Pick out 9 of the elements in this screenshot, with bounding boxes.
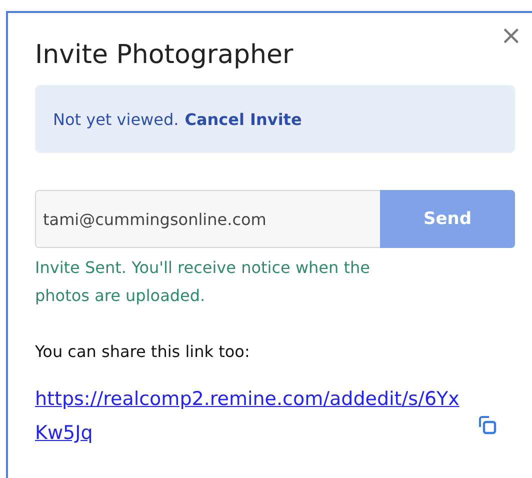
share-link[interactable]: https://realcomp2.remine.com/addedit/s/6YxKw5Jq	[35, 382, 463, 450]
close-button[interactable]: ×	[496, 23, 526, 49]
dialog-title: Invite Photographer	[35, 39, 294, 72]
email-field[interactable]: tami@cummingsonline.com	[35, 190, 380, 248]
status-text: Not yet viewed.	[53, 110, 179, 128]
share-label: You can share this link too:	[35, 341, 251, 363]
confirmation-message: Invite Sent. You'll receive notice when the photos are uploaded.	[35, 257, 371, 307]
cancel-invite-link[interactable]: Cancel Invite	[184, 110, 302, 128]
copy-icon[interactable]	[477, 415, 498, 435]
